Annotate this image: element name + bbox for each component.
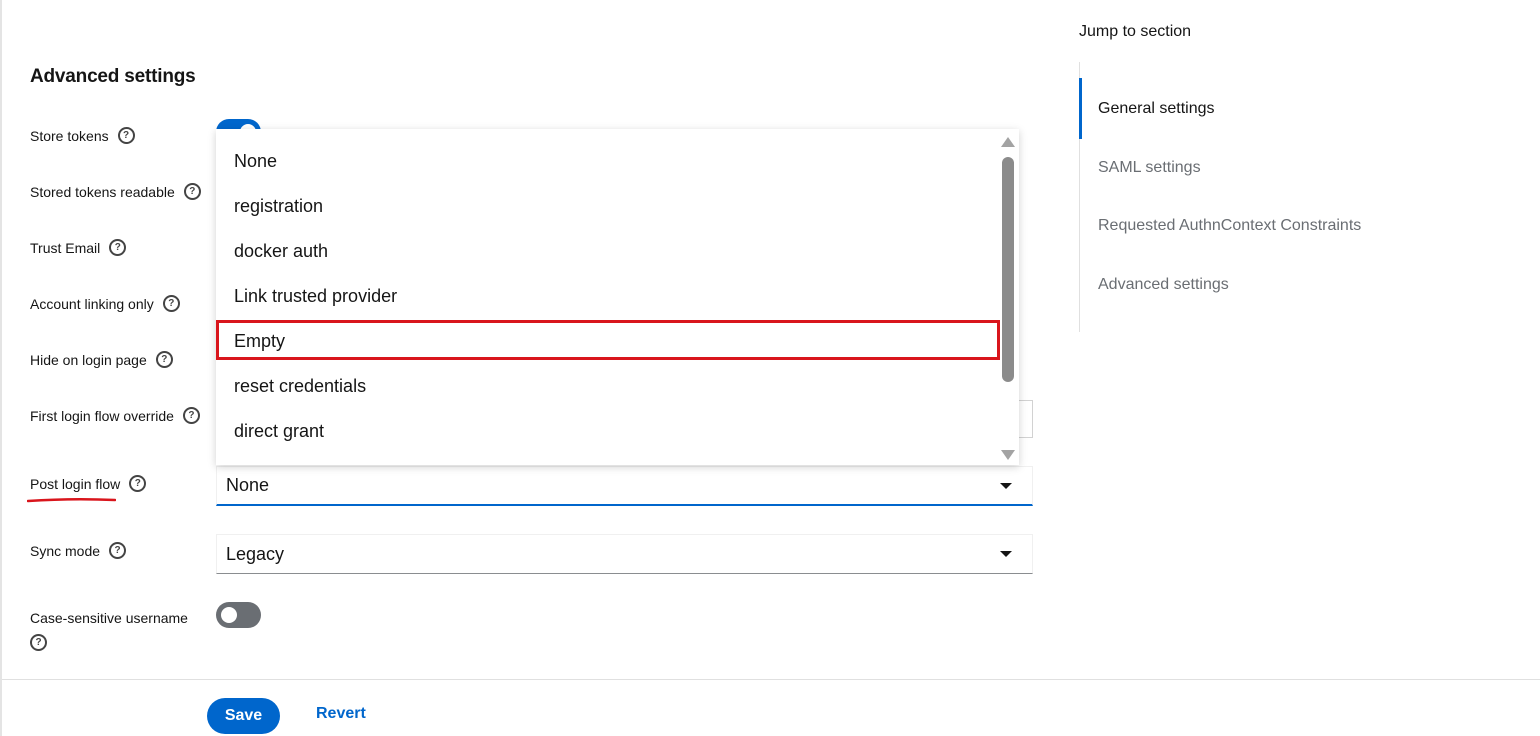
help-icon[interactable]: ? [109,239,127,256]
case-sensitive-username-label-row: Case-sensitive username ? [30,610,200,651]
help-icon[interactable]: ? [183,183,201,200]
sync-mode-label-row: Sync mode ? [30,542,127,559]
section-title: Advanced settings [30,66,196,87]
dropdown-option-docker-auth[interactable]: docker auth [234,241,328,262]
store-tokens-label: Store tokens [30,127,109,144]
sync-mode-select[interactable]: Legacy [216,534,1033,574]
jump-link-advanced-settings[interactable]: Advanced settings [1098,276,1229,294]
post-login-flow-label: Post login flow [30,475,121,492]
footer-divider [2,679,1540,680]
dropdown-option-registration[interactable]: registration [234,196,323,217]
hide-on-login-page-label-row: Hide on login page ? [30,351,173,368]
active-indicator [1079,78,1082,139]
jump-to-section-title: Jump to section [1079,23,1192,40]
help-icon[interactable]: ? [109,542,127,559]
stored-tokens-readable-label: Stored tokens readable [30,183,175,200]
account-linking-only-label: Account linking only [30,295,154,312]
dropdown-option-none[interactable]: None [234,151,277,172]
sync-mode-label: Sync mode [30,542,101,559]
post-login-flow-value: None [226,475,270,495]
case-sensitive-username-switch[interactable] [216,602,261,628]
trust-email-label-row: Trust Email ? [30,239,127,256]
scroll-down-arrow-icon[interactable] [1001,450,1015,460]
annotation-underline [27,497,116,503]
case-sensitive-username-label: Case-sensitive username [30,610,188,626]
dropdown-option-reset-credentials[interactable]: reset credentials [234,376,366,397]
trust-email-label: Trust Email [30,239,101,256]
page-left-border [0,0,2,736]
help-icon[interactable]: ? [182,407,200,424]
dropdown-option-direct-grant[interactable]: direct grant [234,421,324,442]
help-icon[interactable]: ? [30,634,47,651]
dropdown-option-link-trusted-provider[interactable]: Link trusted provider [234,286,397,307]
jump-to-section-nav: General settings SAML settings Requested… [1079,62,1380,332]
caret-down-icon [1000,482,1012,489]
account-linking-only-label-row: Account linking only ? [30,295,180,312]
first-login-flow-override-label-row: First login flow override ? [30,407,200,424]
store-tokens-label-row: Store tokens ? [30,127,135,144]
switch-knob [221,607,237,623]
save-button[interactable]: Save [207,698,280,734]
stored-tokens-readable-label-row: Stored tokens readable ? [30,183,201,200]
revert-button[interactable]: Revert [316,705,366,723]
post-login-flow-dropdown-menu: None registration docker auth Link trust… [216,129,1019,465]
annotation-highlight-box [216,320,1000,360]
help-icon[interactable]: ? [162,295,180,312]
first-login-flow-select-edge[interactable] [1019,400,1033,438]
caret-down-icon [1000,551,1012,557]
first-login-flow-override-label: First login flow override [30,407,174,424]
help-icon[interactable]: ? [129,475,147,492]
scroll-up-arrow-icon[interactable] [1001,137,1015,147]
sync-mode-value: Legacy [226,543,285,564]
scrollbar-thumb[interactable] [1002,157,1014,382]
jump-link-saml-settings[interactable]: SAML settings [1098,159,1201,177]
hide-on-login-page-label: Hide on login page [30,351,147,368]
help-icon[interactable]: ? [117,127,135,144]
jump-link-requested-authncontext-constraints[interactable]: Requested AuthnContext Constraints [1098,217,1361,235]
help-icon[interactable]: ? [155,351,173,368]
jump-link-general-settings[interactable]: General settings [1098,100,1215,118]
post-login-flow-select[interactable]: None [216,466,1033,506]
post-login-flow-label-row: Post login flow ? [30,475,147,492]
